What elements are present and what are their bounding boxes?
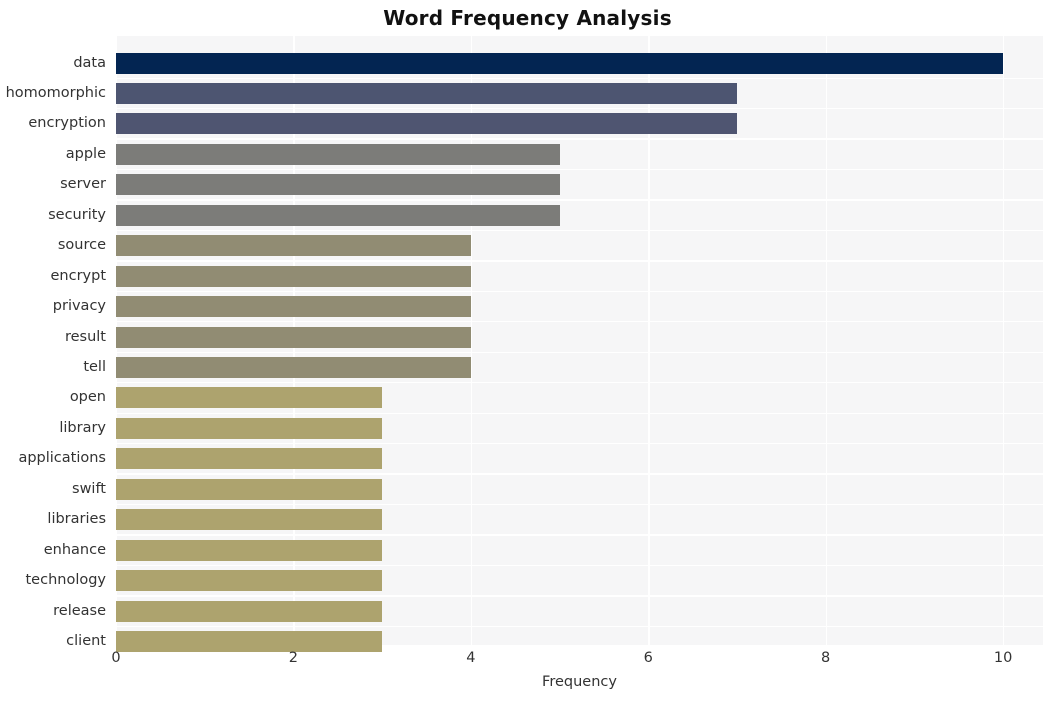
x-axis-tick-label: 4 (466, 650, 476, 666)
x-axis-label: Frequency (542, 674, 617, 690)
y-axis-tick-label: source (57, 237, 106, 254)
gridline-horizontal (116, 595, 1043, 597)
chart-figure: Word Frequency Analysis data homomorphic e… (0, 0, 1055, 701)
x-axis-tick-label: 6 (643, 650, 653, 666)
bar (116, 600, 383, 622)
bar (116, 357, 471, 378)
bar (116, 113, 737, 135)
bar (116, 174, 560, 196)
bar (116, 52, 1004, 74)
bar (116, 265, 471, 287)
y-axis-tick-label: apple (65, 145, 106, 162)
gridline-horizontal (116, 503, 1043, 506)
x-axis-tick-label: 2 (288, 650, 299, 666)
x-axis-tick-label: 8 (821, 650, 831, 666)
bar (116, 387, 383, 409)
bar (116, 296, 471, 318)
gridline-horizontal (116, 534, 1043, 536)
bar (116, 235, 471, 257)
gridline-horizontal (116, 473, 1043, 475)
y-axis-tick-label: homomorphic (5, 84, 106, 101)
gridline-horizontal (116, 199, 1043, 201)
gridline-horizontal (116, 168, 1043, 171)
y-axis-tick-label: enhance (43, 541, 106, 558)
x-axis-tick-label: 0 (111, 650, 121, 666)
bar (116, 478, 383, 500)
y-axis-tick-label: data (73, 54, 106, 71)
bar (116, 539, 383, 561)
bar (116, 204, 560, 226)
y-axis-tick-label: encrypt (50, 267, 106, 284)
y-axis-tick-label: applications (18, 450, 106, 467)
gridline-horizontal (116, 412, 1043, 414)
gridline-horizontal (116, 321, 1043, 323)
y-axis-tick-label: security (48, 206, 106, 223)
gridline-horizontal (116, 442, 1043, 445)
y-axis-tick-label: release (53, 602, 106, 619)
plot-area (116, 36, 1043, 658)
y-axis-tick-label: open (69, 389, 106, 406)
y-axis-tick-label: encryption (28, 115, 106, 132)
y-axis-tick-label: privacy (52, 298, 106, 315)
bar (116, 509, 383, 531)
gridline-horizontal (116, 290, 1043, 293)
gridline-horizontal (116, 656, 1043, 658)
y-axis-tick-label: library (59, 419, 106, 436)
page-title: Word Frequency Analysis (383, 6, 672, 30)
y-axis-tick-label: tell (83, 359, 106, 375)
bar (116, 143, 560, 165)
y-axis-tick-label: server (60, 176, 106, 193)
bar (116, 448, 383, 470)
bar (116, 82, 737, 104)
gridline-horizontal (116, 108, 1043, 110)
y-axis-tick-label: libraries (47, 511, 106, 528)
y-axis-tick-label: swift (72, 480, 106, 497)
gridline-horizontal (116, 229, 1043, 232)
gridline-horizontal (116, 382, 1043, 384)
gridline-horizontal (116, 77, 1043, 79)
gridline-horizontal (116, 564, 1043, 567)
bar (116, 570, 383, 592)
bar (116, 631, 383, 653)
y-axis-tick-label: client (66, 633, 106, 650)
x-axis-tick-label: 10 (993, 650, 1013, 666)
bar (116, 417, 383, 439)
gridline-horizontal (116, 138, 1043, 140)
gridline-vertical (1003, 36, 1005, 645)
gridline-horizontal (116, 351, 1043, 353)
y-axis-tick-label: technology (25, 572, 106, 589)
bar (116, 326, 471, 348)
gridline-horizontal (116, 260, 1043, 262)
gridline-horizontal (116, 625, 1043, 627)
y-axis-tick-label: result (64, 328, 106, 345)
gridline-vertical (825, 36, 827, 645)
